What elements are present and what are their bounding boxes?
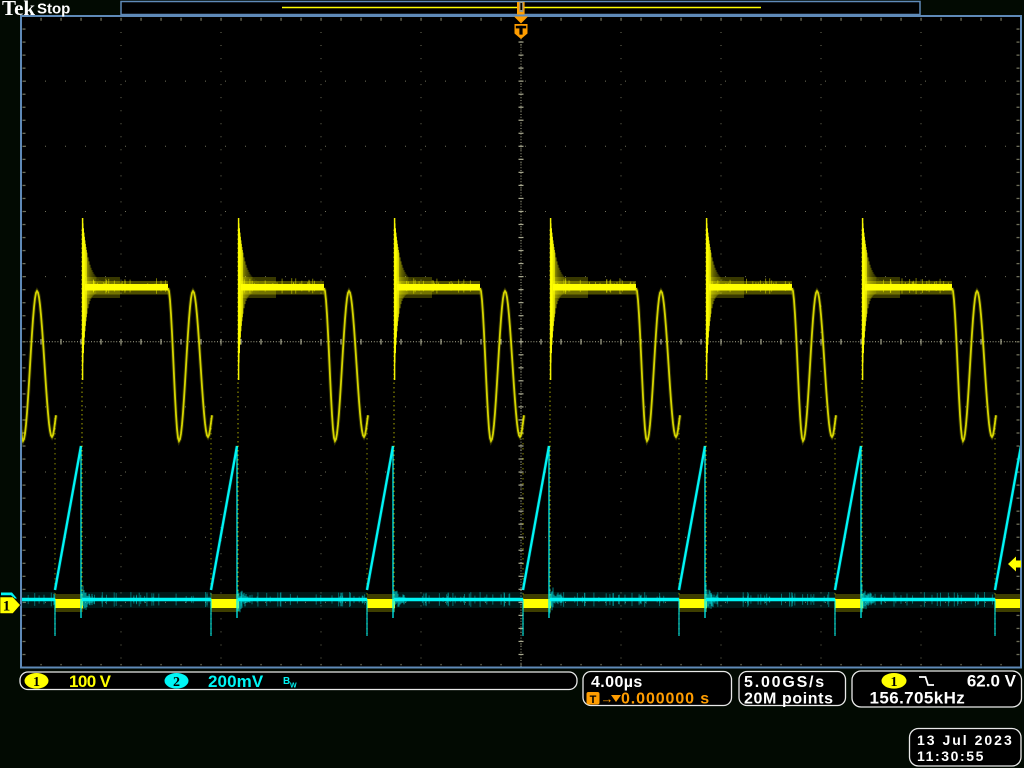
- svg-text:2: 2: [173, 675, 180, 690]
- svg-text:5.00GS/s: 5.00GS/s: [744, 674, 826, 691]
- svg-text:200mV: 200mV: [208, 672, 264, 691]
- svg-text:20M points: 20M points: [744, 691, 834, 708]
- svg-text:0.000000 s: 0.000000 s: [621, 691, 710, 708]
- svg-text:→: →: [601, 691, 614, 706]
- svg-text:Tek: Tek: [2, 0, 35, 20]
- svg-text:62.0 V: 62.0 V: [967, 672, 1017, 691]
- svg-text:Stop: Stop: [37, 1, 70, 18]
- svg-text:W: W: [290, 683, 297, 690]
- svg-text:1: 1: [3, 599, 11, 615]
- svg-text:156.705kHz: 156.705kHz: [870, 689, 966, 708]
- svg-text:1: 1: [33, 675, 40, 690]
- svg-text:4.00µs: 4.00µs: [591, 674, 643, 691]
- svg-text:T: T: [590, 694, 597, 706]
- svg-text:13 Jul 2023: 13 Jul 2023: [917, 732, 1014, 748]
- svg-text:11:30:55: 11:30:55: [917, 748, 985, 764]
- svg-text:100 V: 100 V: [69, 672, 112, 691]
